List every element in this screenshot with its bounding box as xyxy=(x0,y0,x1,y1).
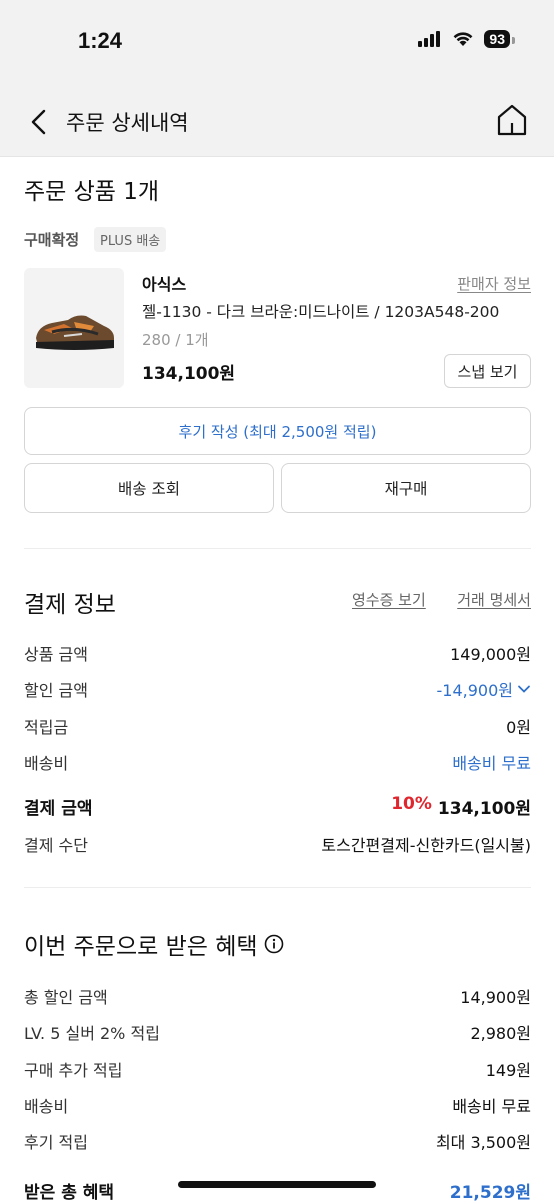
back-icon xyxy=(31,109,46,135)
shipping-fee-value: 배송비 무료 xyxy=(452,754,531,773)
total-payment: 10% 134,100원 xyxy=(391,794,531,819)
home-indicator[interactable] xyxy=(178,1181,376,1188)
discount-amount-value: -14,900원 xyxy=(436,681,513,700)
product-name[interactable]: 젤-1130 - 다크 브라운:미드나이트 / 1203A548-200 xyxy=(142,300,499,322)
info-icon[interactable] xyxy=(264,934,284,954)
total-payment-value: 134,100원 xyxy=(437,799,531,819)
order-products-title: 주문 상품 1개 xyxy=(24,179,160,205)
total-discount-value: 14,900원 xyxy=(460,988,531,1007)
payment-method-value: 토스간편결제-신한카드(일시불) xyxy=(321,836,531,855)
home-icon xyxy=(497,104,527,136)
points-label: 적립금 xyxy=(24,718,69,737)
total-payment-label: 결제 금액 xyxy=(24,799,93,819)
battery-icon: 93 xyxy=(484,30,515,48)
total-discount-label: 총 할인 금액 xyxy=(24,988,108,1007)
write-review-button[interactable]: 후기 작성 (최대 2,500원 적립) xyxy=(24,407,531,455)
benefits-title: 이번 주문으로 받은 혜택 xyxy=(24,934,258,960)
reorder-button[interactable]: 재구매 xyxy=(281,463,531,513)
section-divider xyxy=(24,548,531,549)
silver-points-value: 2,980원 xyxy=(470,1024,531,1043)
extra-points-value: 149원 xyxy=(485,1061,531,1080)
payment-method-label: 결제 수단 xyxy=(24,836,88,855)
total-benefit-label: 받은 총 혜택 xyxy=(24,1183,115,1203)
home-button[interactable] xyxy=(496,103,528,137)
chevron-down-icon xyxy=(518,685,530,693)
discount-amount-toggle[interactable]: -14,900원 xyxy=(437,677,531,701)
track-delivery-button[interactable]: 배송 조회 xyxy=(24,463,274,513)
seller-info-link[interactable]: 판매자 정보 xyxy=(457,273,531,294)
status-icons: 93 xyxy=(418,30,515,48)
statement-link[interactable]: 거래 명세서 xyxy=(457,589,531,610)
benefits-header: 이번 주문으로 받은 혜택 xyxy=(24,927,284,961)
benefit-shipping-value: 배송비 무료 xyxy=(452,1097,531,1116)
product-brand: 아식스 xyxy=(142,275,187,294)
benefit-shipping-label: 배송비 xyxy=(24,1097,69,1116)
total-discount-rate: 10% xyxy=(391,794,432,814)
product-price: 134,100원 xyxy=(142,364,236,384)
back-button[interactable] xyxy=(24,107,54,137)
page-title: 주문 상세내역 xyxy=(66,111,189,135)
sneaker-image xyxy=(36,315,114,350)
order-status: 구매확정 xyxy=(24,231,80,249)
status-time: 1:24 xyxy=(78,28,123,53)
product-option: 280 / 1개 xyxy=(142,331,209,349)
nav-bar: 주문 상세내역 xyxy=(0,85,554,157)
points-value: 0원 xyxy=(506,718,531,737)
shipping-fee-label: 배송비 xyxy=(24,754,69,773)
status-bar: 1:24 93 xyxy=(0,0,554,85)
product-amount-value: 149,000원 xyxy=(450,645,531,664)
product-amount-label: 상품 금액 xyxy=(24,645,88,664)
extra-points-label: 구매 추가 적립 xyxy=(24,1061,123,1080)
signal-icon xyxy=(418,31,441,47)
total-benefit-value: 21,529원 xyxy=(449,1183,531,1203)
snap-view-button[interactable]: 스냅 보기 xyxy=(444,354,531,388)
review-points-label: 후기 적립 xyxy=(24,1133,88,1152)
payment-title: 결제 정보 xyxy=(24,592,116,618)
section-divider xyxy=(24,887,531,888)
review-points-value: 최대 3,500원 xyxy=(435,1133,531,1152)
wifi-icon xyxy=(454,32,473,46)
silver-points-label: LV. 5 실버 2% 적립 xyxy=(24,1024,160,1043)
receipt-link[interactable]: 영수증 보기 xyxy=(352,589,426,610)
product-image[interactable] xyxy=(24,268,124,388)
plus-delivery-badge: PLUS 배송 xyxy=(94,227,167,252)
discount-amount-label: 할인 금액 xyxy=(24,681,88,700)
